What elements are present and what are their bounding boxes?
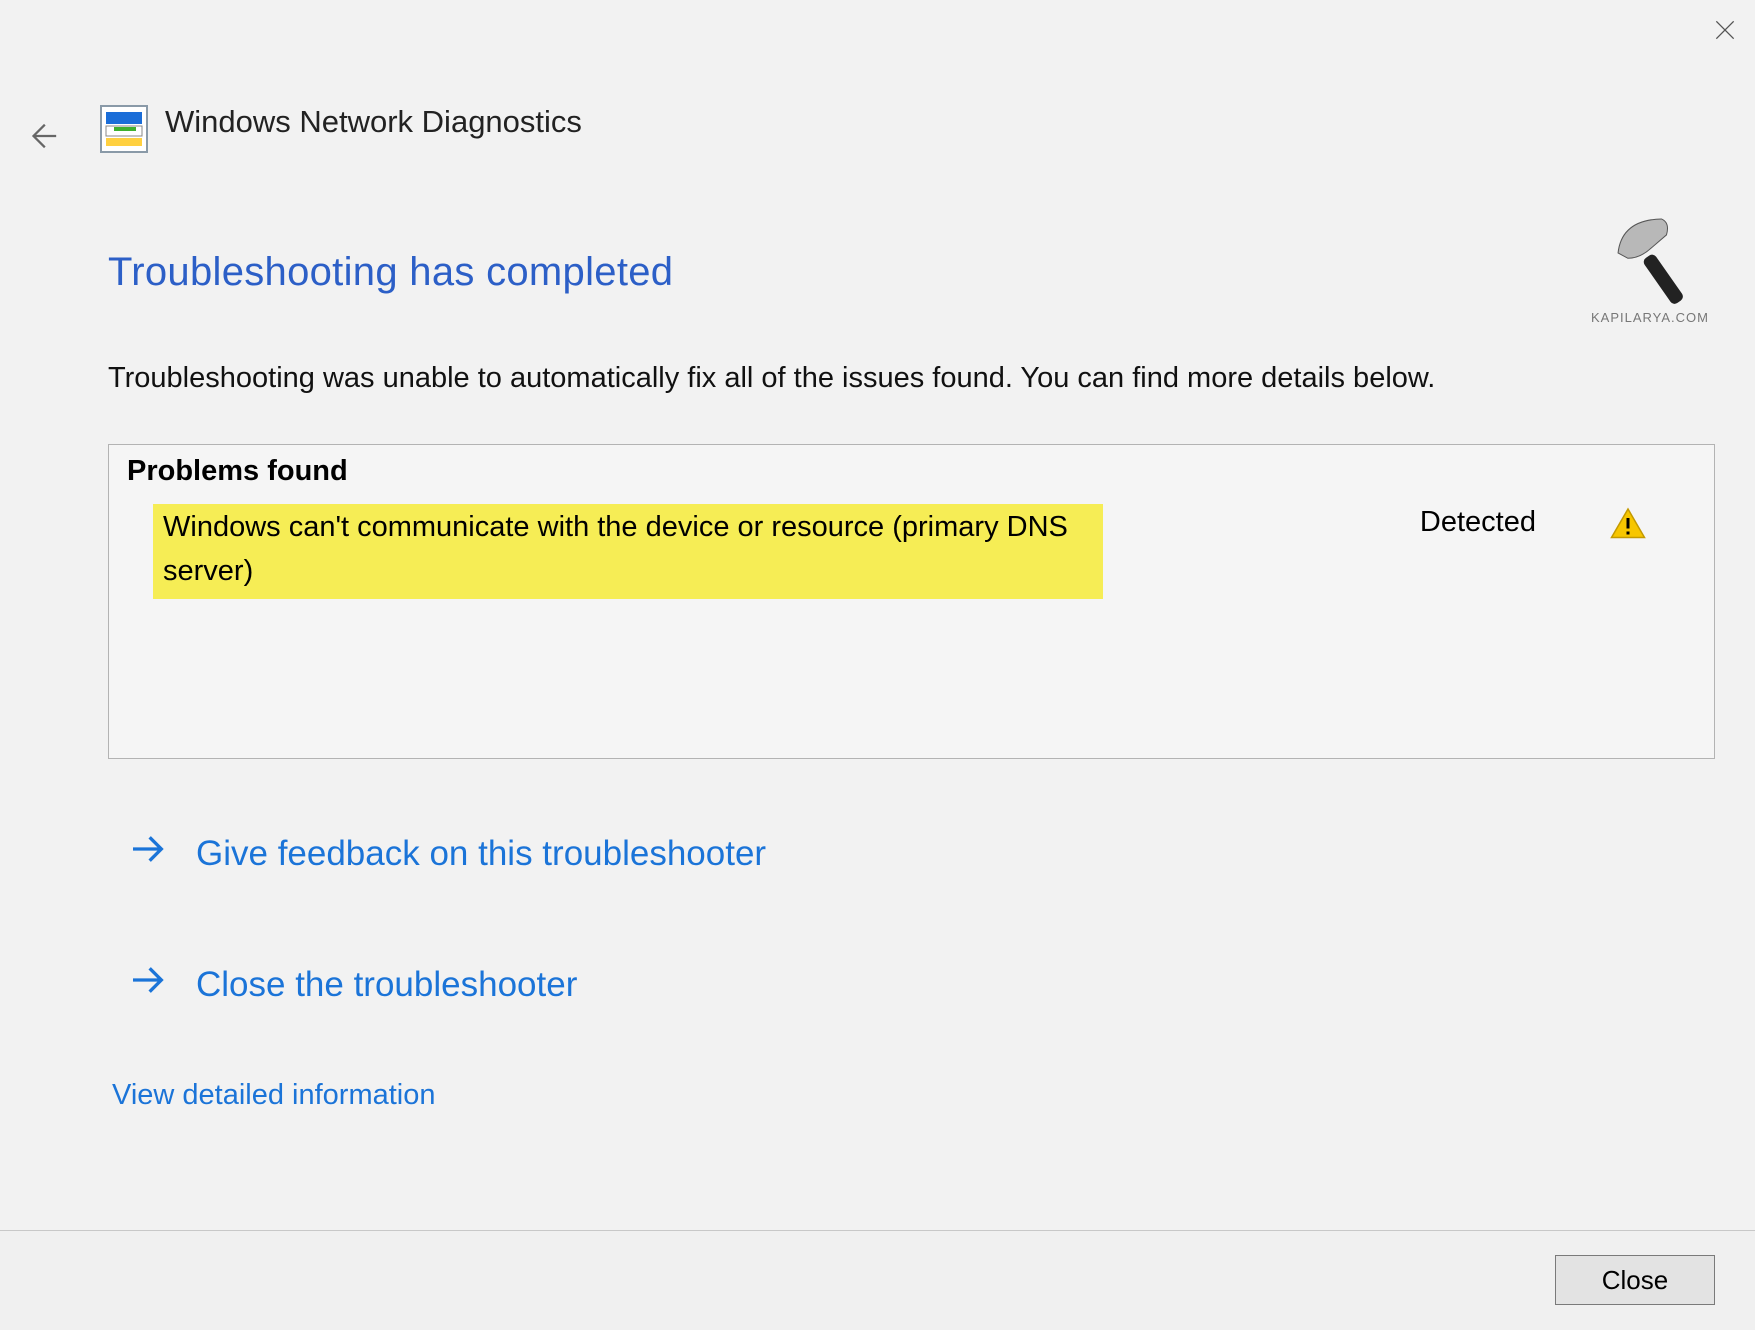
problems-found-box: Problems found Windows can't communicate… bbox=[108, 444, 1715, 759]
arrow-right-icon bbox=[128, 829, 168, 878]
give-feedback-link[interactable]: Give feedback on this troubleshooter bbox=[128, 829, 1715, 878]
view-detailed-info-link[interactable]: View detailed information bbox=[112, 1079, 1715, 1112]
app-title: Windows Network Diagnostics bbox=[165, 104, 582, 140]
problems-found-title: Problems found bbox=[127, 455, 1696, 488]
dialog-footer: Close bbox=[0, 1230, 1755, 1330]
page-subtext: Troubleshooting was unable to automatica… bbox=[108, 357, 1588, 399]
give-feedback-label: Give feedback on this troubleshooter bbox=[196, 834, 766, 874]
window-close-icon[interactable] bbox=[1695, 0, 1755, 60]
close-troubleshooter-link[interactable]: Close the troubleshooter bbox=[128, 960, 1715, 1009]
back-arrow-icon[interactable] bbox=[22, 116, 62, 156]
arrow-right-icon bbox=[128, 960, 168, 1009]
close-troubleshooter-label: Close the troubleshooter bbox=[196, 965, 577, 1005]
problem-description: Windows can't communicate with the devic… bbox=[153, 504, 1103, 599]
warning-icon bbox=[1610, 506, 1646, 550]
problem-row: Windows can't communicate with the devic… bbox=[127, 504, 1696, 599]
problem-status: Detected bbox=[1420, 506, 1536, 538]
close-button[interactable]: Close bbox=[1555, 1255, 1715, 1305]
page-title: Troubleshooting has completed bbox=[108, 250, 1715, 295]
network-diagnostics-icon bbox=[100, 105, 148, 153]
